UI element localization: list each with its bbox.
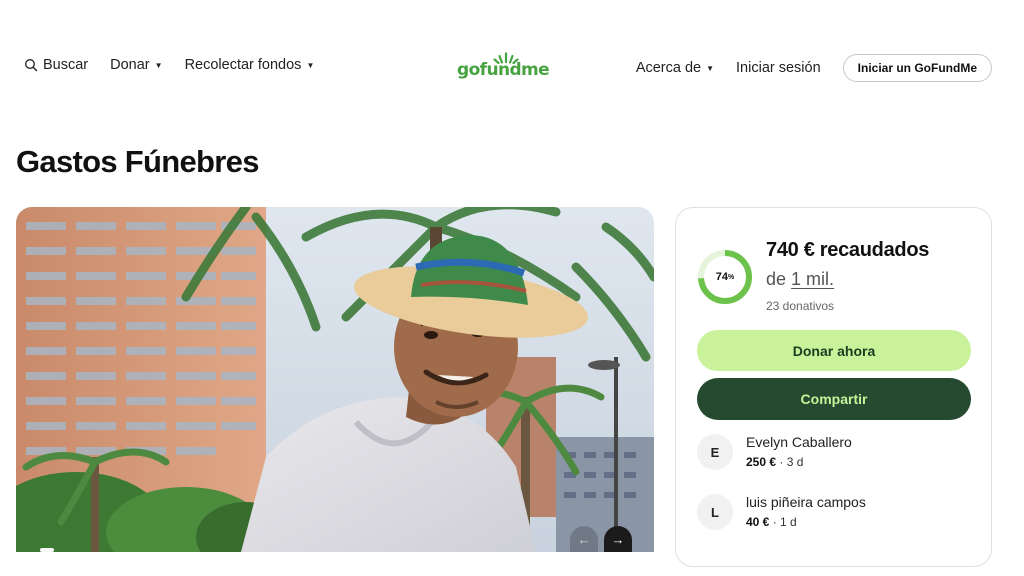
share-button[interactable]: Compartir [697, 378, 971, 420]
chevron-down-icon: ▼ [154, 61, 163, 70]
donate-now-button[interactable]: Donar ahora [697, 330, 971, 371]
donor-meta: 250 € · 3 d [746, 455, 803, 469]
donation-card: 74% 740 € recaudados de 1 mil. 23 donati… [675, 207, 992, 567]
slide-indicator [40, 548, 54, 552]
donor-item: E Evelyn Caballero 250 € · 3 d [697, 434, 977, 474]
progress-ring: 74% [696, 248, 754, 306]
donor-name: luis piñeira campos [746, 494, 866, 510]
donation-time: · 3 d [779, 455, 804, 469]
page-title: Gastos Fúnebres [16, 144, 259, 179]
login-label: Iniciar sesión [736, 60, 821, 76]
donation-time: · 1 d [772, 515, 797, 529]
donate-menu-label: Donar [110, 57, 150, 73]
site-header: Buscar Donar ▼ Recolectar fondos ▼ gofun… [0, 0, 1024, 120]
nav-left: Buscar Donar ▼ Recolectar fondos ▼ [24, 57, 314, 73]
donor-name: Evelyn Caballero [746, 434, 852, 450]
goal-value[interactable]: 1 mil. [791, 269, 834, 289]
percent-sign: % [728, 273, 735, 281]
chevron-down-icon: ▼ [306, 61, 315, 70]
campaign-image [16, 207, 654, 552]
next-image-button[interactable]: → [604, 526, 632, 552]
amount-raised: 740 € recaudados [766, 239, 930, 261]
progress-value: 74 [715, 271, 728, 283]
prev-image-button[interactable]: ← [570, 526, 598, 552]
arrow-right-icon: → [611, 531, 625, 547]
search-label: Buscar [43, 57, 89, 73]
donate-menu[interactable]: Donar ▼ [110, 57, 162, 73]
campaign-photo[interactable]: ← → [16, 207, 654, 552]
fundraise-menu-label: Recolectar fondos [184, 57, 302, 73]
search-link[interactable]: Buscar [24, 57, 88, 73]
start-gofundme-button[interactable]: Iniciar un GoFundMe [842, 54, 992, 82]
fundraise-menu[interactable]: Recolectar fondos ▼ [185, 57, 315, 73]
donation-amount: 250 € [746, 455, 777, 469]
slide-dot[interactable] [40, 548, 54, 552]
search-icon [24, 58, 38, 72]
nav-right: Acerca de ▼ Iniciar sesión Iniciar un Go… [636, 54, 992, 82]
arrow-left-icon: ← [577, 531, 591, 547]
chevron-down-icon: ▼ [706, 64, 715, 73]
logo-text: gofundme [457, 60, 550, 80]
donor-item: L luis piñeira campos 40 € · 1 d [697, 494, 977, 534]
login-link[interactable]: Iniciar sesión [736, 60, 821, 76]
donation-amount: 40 € [746, 515, 770, 529]
about-menu[interactable]: Acerca de ▼ [636, 60, 714, 76]
goal-prefix: de [766, 269, 787, 289]
donor-meta: 40 € · 1 d [746, 515, 797, 529]
donations-count: 23 donativos [766, 299, 835, 313]
avatar: L [697, 494, 733, 530]
progress-percent: 74% [696, 248, 754, 306]
about-menu-label: Acerca de [635, 60, 702, 76]
goal-amount: de 1 mil. [766, 269, 834, 290]
gofundme-logo[interactable]: gofundme [456, 52, 556, 84]
avatar: E [697, 434, 733, 470]
